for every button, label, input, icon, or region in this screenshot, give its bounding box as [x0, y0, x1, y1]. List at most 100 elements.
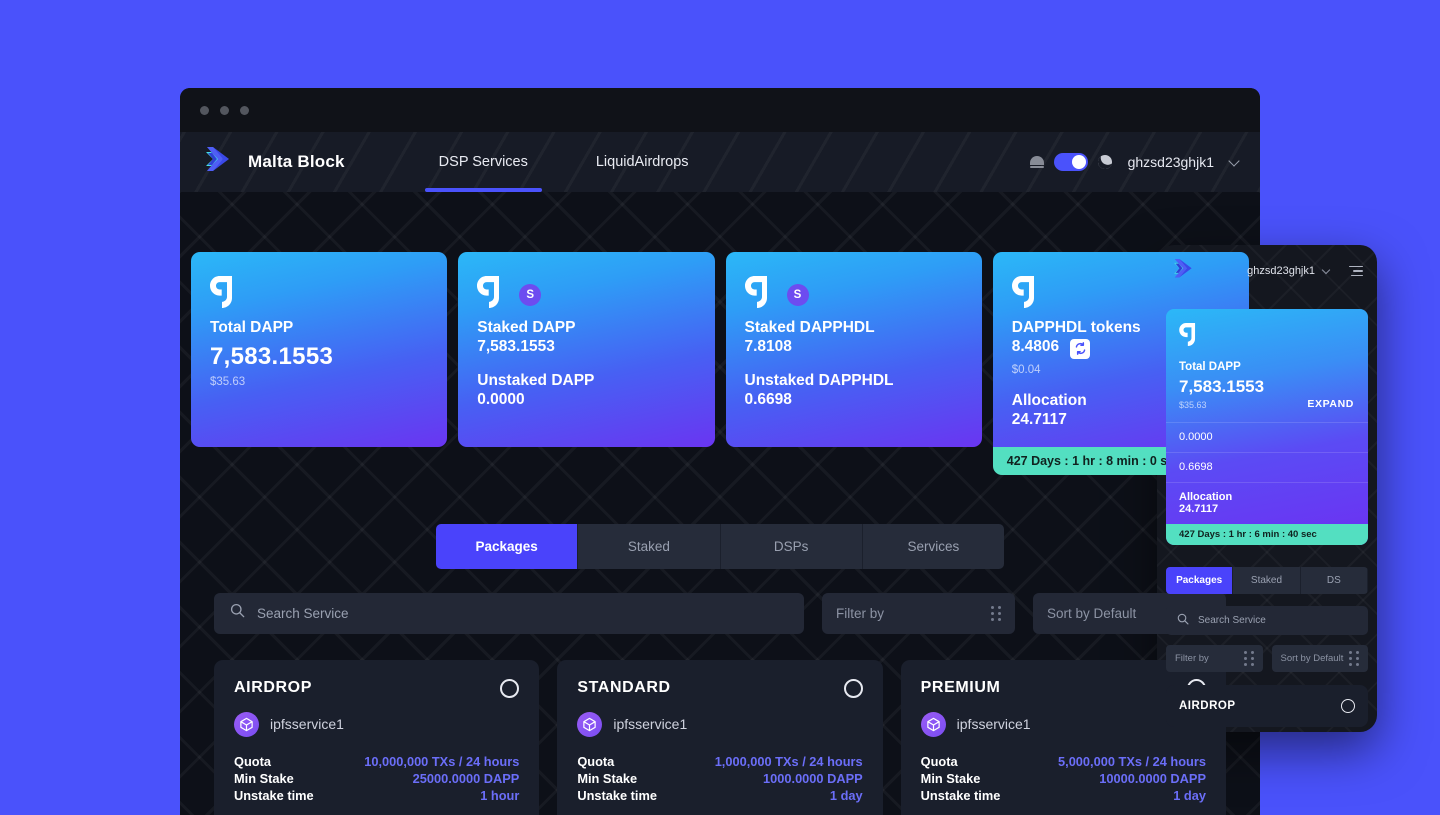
dapp-token-icon: [1179, 323, 1201, 350]
moon-icon: [1095, 153, 1114, 171]
account-username: ghzsd23ghjk1: [1127, 154, 1214, 170]
brand-name: Malta Block: [248, 152, 345, 171]
content-tabs-wrap: Packages Staked DSPs Services: [180, 523, 1260, 569]
filter-by-select[interactable]: Filter by: [822, 592, 1015, 634]
stat-secondary-value: 0.6698: [744, 391, 792, 408]
package-select-radio[interactable]: [843, 678, 863, 698]
package-name: AIRDROP: [234, 679, 312, 696]
mobile-strip-unstaked-dapp: 0.0000: [1166, 422, 1368, 452]
hamburger-menu-icon[interactable]: [1349, 265, 1363, 277]
chevron-down-icon[interactable]: [1321, 265, 1331, 274]
nav-dsp-services[interactable]: DSP Services: [405, 132, 562, 192]
window-close-button[interactable]: [200, 105, 209, 115]
detail-key: Quota: [234, 753, 271, 769]
package-detail-row: Quota 10,000,000 TXs / 24 hours: [234, 753, 519, 770]
mobile-sort-by-select[interactable]: Sort by Default: [1271, 645, 1368, 672]
mobile-filter-row: Filter by Sort by Default: [1166, 645, 1368, 672]
tab-services[interactable]: Services: [862, 523, 1004, 569]
package-detail-row: Min Stake 10000.0000 DAPP: [921, 770, 1206, 787]
mobile-allocation-value: 24.7117: [1179, 503, 1219, 515]
mobile-strip-unstaked-dapphdl: 0.6698: [1166, 452, 1368, 482]
stat-value: 7,583.1553: [477, 338, 555, 355]
mobile-tab-packages[interactable]: Packages: [1166, 567, 1234, 594]
stat-title: Staked DAPP: [477, 319, 576, 336]
malta-block-logo-icon: [1171, 256, 1197, 287]
package-detail-row: Unstake time 1 day: [577, 787, 862, 804]
stat-cards: Total DAPP 7,583.1553 $35.63 S Staked DA…: [180, 192, 1260, 475]
search-input[interactable]: Search Service: [214, 592, 804, 634]
stat-card-staked-dapp: S Staked DAPP 7,583.1553 Unstaked DAPP 0…: [458, 252, 715, 447]
filter-by-label: Filter by: [836, 605, 885, 621]
nav-liquid-airdrops[interactable]: LiquidAirdrops: [562, 132, 723, 192]
tab-dsps-label: DSPs: [773, 538, 809, 554]
detail-value: 25000.0000 DAPP: [412, 770, 520, 786]
package-select-radio[interactable]: [500, 678, 520, 698]
dapp-token-icon: [1011, 276, 1042, 308]
mobile-filter-by-label: Filter by: [1175, 653, 1209, 664]
cube-icon: [920, 711, 946, 737]
stat-value: 8.4806: [1011, 338, 1060, 355]
grip-icon: [1349, 651, 1359, 666]
tab-packages[interactable]: Packages: [436, 523, 579, 569]
stat-title: Staked DAPPHDL: [744, 319, 875, 336]
detail-value: 1000.0000 DAPP: [763, 770, 863, 786]
mobile-tab-staked[interactable]: Staked: [1233, 567, 1301, 594]
mobile-allocation-label: Allocation: [1179, 491, 1233, 503]
window-maximize-button[interactable]: [240, 105, 249, 115]
mobile-username: ghzsd23ghjk1: [1247, 265, 1315, 277]
filter-row: Search Service Filter by Sort by Default: [180, 569, 1260, 634]
tab-staked-label: Staked: [627, 538, 670, 554]
package-detail-row: Min Stake 1000.0000 DAPP: [577, 770, 862, 787]
detail-value: 1 day: [829, 787, 863, 803]
theme-toggle[interactable]: [1053, 153, 1088, 171]
chevron-down-icon[interactable]: [1228, 154, 1240, 167]
tab-staked[interactable]: Staked: [578, 523, 721, 569]
detail-key: Min Stake: [920, 770, 981, 786]
detail-key: Min Stake: [577, 770, 638, 786]
window-minimize-button[interactable]: [220, 105, 229, 115]
content-tabs: Packages Staked DSPs Services: [436, 523, 1004, 569]
package-list: AIRDROP ipfsservice1 Quota 10,000,000 TX…: [180, 634, 1260, 815]
tab-dsps[interactable]: DSPs: [720, 523, 863, 569]
package-card-standard[interactable]: STANDARD ipfsservice1 Quota 1,000,000 TX…: [557, 659, 883, 815]
mobile-package-name: AIRDROP: [1179, 700, 1236, 712]
package-card-airdrop[interactable]: AIRDROP ipfsservice1 Quota 10,000,000 TX…: [214, 659, 540, 815]
dapp-token-icon: [477, 276, 507, 308]
mobile-stat-value: 7,583.1553: [1179, 377, 1265, 396]
detail-value: 1 day: [1173, 787, 1206, 803]
detail-value: 10,000,000 TXs / 24 hours: [364, 753, 520, 769]
dapp-token-icon: [744, 276, 775, 308]
mobile-tab-dsps[interactable]: DS: [1300, 567, 1368, 594]
malta-block-logo-icon: [202, 143, 236, 182]
header-right: ghzsd23ghjk1: [1029, 153, 1240, 171]
package-service-name: ipfsservice1: [613, 716, 688, 732]
detail-key: Unstake time: [920, 787, 1001, 803]
mobile-tab-packages-label: Packages: [1176, 575, 1223, 586]
mobile-search-input[interactable]: Search Service: [1166, 606, 1368, 635]
app-header: Malta Block DSP Services LiquidAirdrops …: [180, 132, 1260, 192]
search-placeholder: Search Service: [257, 605, 349, 621]
stat-card-staked-dapphdl: S Staked DAPPHDL 7.8108 Unstaked DAPPHDL…: [725, 252, 982, 447]
mobile-tab-dsps-label: DS: [1326, 575, 1341, 586]
detail-key: Unstake time: [577, 787, 657, 803]
package-detail-row: Unstake time 1 hour: [234, 787, 519, 804]
mobile-countdown-bar: 427 Days : 1 hr : 6 min : 40 sec: [1166, 524, 1368, 545]
nav-liquid-airdrops-label: LiquidAirdrops: [595, 154, 689, 170]
mobile-header: ghzsd23ghjk1: [1157, 245, 1377, 297]
sun-icon: [1029, 155, 1044, 169]
brand[interactable]: Malta Block: [202, 143, 345, 182]
mobile-package-select-radio[interactable]: [1341, 699, 1355, 713]
dapp-token-icon: [210, 276, 240, 308]
package-detail-row: Quota 1,000,000 TXs / 24 hours: [577, 753, 862, 770]
expand-button[interactable]: EXPAND: [1307, 398, 1354, 410]
mobile-filter-by-select[interactable]: Filter by: [1166, 645, 1263, 672]
staked-badge: S: [786, 284, 809, 306]
mobile-sort-by-label: Sort by Default: [1280, 653, 1344, 664]
refresh-icon[interactable]: [1070, 338, 1091, 359]
cube-icon: [234, 711, 259, 737]
mobile-allocation: Allocation 24.7117: [1166, 482, 1368, 524]
app-background: Malta Block DSP Services LiquidAirdrops …: [180, 132, 1260, 815]
mobile-package-card-airdrop[interactable]: AIRDROP: [1166, 685, 1368, 727]
detail-key: Quota: [920, 753, 958, 769]
mobile-tab-staked-label: Staked: [1250, 575, 1283, 586]
